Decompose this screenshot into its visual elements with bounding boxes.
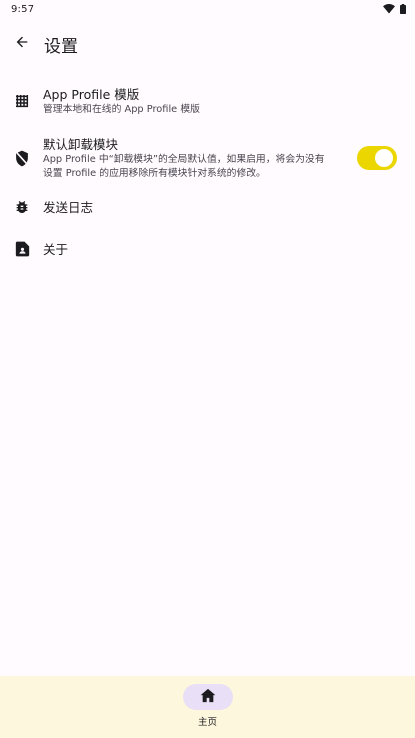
back-button[interactable]: [2, 24, 42, 64]
setting-app-profile-template[interactable]: App Profile 模版 管理本地和在线的 App Profile 模版: [0, 78, 415, 124]
setting-text: 发送日志: [43, 199, 397, 216]
setting-text: 默认卸载模块 App Profile 中“卸载模块”的全局默认值，如果启用，将会…: [43, 136, 347, 181]
nav-label-home: 主页: [197, 717, 217, 728]
setting-text: App Profile 模版 管理本地和在线的 App Profile 模版: [43, 86, 397, 117]
shield-off-icon: [13, 149, 31, 167]
setting-text: 关于: [43, 241, 397, 258]
nav-item-home[interactable]: 主页: [168, 684, 248, 728]
setting-summary-line-1: App Profile 中“卸载模块”的全局默认值，如果启用，将会为没有: [43, 153, 325, 165]
wifi-icon: [383, 4, 395, 14]
top-app-bar: 设置: [0, 24, 415, 64]
contact-page-icon: [13, 240, 31, 258]
status-icons: [383, 4, 406, 14]
toggle-thumb: [375, 149, 393, 167]
page-title: 设置: [44, 36, 78, 57]
setting-title: 默认卸载模块: [43, 136, 119, 152]
setting-about[interactable]: 关于: [0, 234, 415, 264]
setting-title: 关于: [43, 241, 69, 257]
bug-icon: [13, 198, 31, 216]
setting-summary-line-2: 设置 Profile 的应用移除所有模块针对系统的修改。: [43, 167, 266, 179]
settings-list: App Profile 模版 管理本地和在线的 App Profile 模版 默…: [0, 72, 415, 264]
status-time: 9:57: [11, 3, 35, 15]
home-icon: [200, 688, 216, 707]
setting-send-log[interactable]: 发送日志: [0, 192, 415, 222]
setting-title: 发送日志: [43, 199, 94, 215]
nav-active-indicator[interactable]: [182, 684, 233, 710]
setting-summary: 管理本地和在线的 App Profile 模版: [43, 103, 200, 115]
setting-title: App Profile 模版: [43, 86, 140, 102]
grid-icon: [13, 92, 31, 110]
arrow-back-icon: [14, 34, 30, 54]
default-uninstall-toggle[interactable]: [357, 146, 397, 170]
battery-icon: [400, 4, 406, 14]
settings-screen: 9:57 设置 App Profile 模版 管理本地和在线的 App Prof…: [0, 0, 415, 738]
status-bar: 9:57: [0, 0, 415, 18]
bottom-navigation: 主页: [0, 676, 415, 738]
setting-default-uninstall-modules[interactable]: 默认卸载模块 App Profile 中“卸载模块”的全局默认值，如果启用，将会…: [0, 130, 415, 186]
